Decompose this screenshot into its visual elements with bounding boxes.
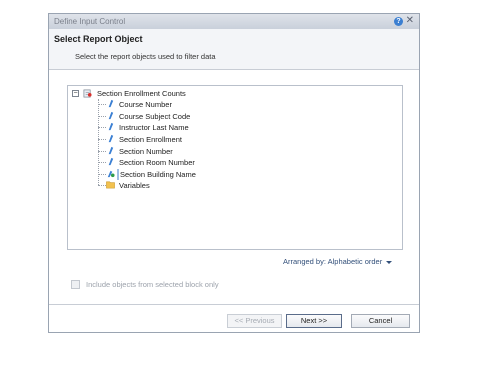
dialog-title: Define Input Control [54,17,126,26]
define-input-control-dialog: Define Input Control ? ✕ Select Report O… [48,13,420,333]
tree-item-label: Course Number [119,100,172,109]
tree-connector [98,151,106,152]
tree-item-label: Section Enrollment [119,135,182,144]
tree-connector [98,162,106,163]
dimension-icon [108,122,114,131]
dimension-icon [108,134,114,143]
tree-connector [98,127,106,128]
tree-guide-line [98,99,99,185]
close-icon[interactable]: ✕ [406,15,414,26]
arranged-by-dropdown[interactable]: Arranged by: Alphabetic order [283,257,393,266]
folder-icon [106,181,115,189]
tree-item-label: Instructor Last Name [119,123,189,132]
report-query-icon [83,89,92,98]
dimension-icon [108,146,114,155]
tree-item-label: Section Room Number [119,158,195,167]
help-icon[interactable]: ? [394,17,403,26]
report-object-tree[interactable]: − Section Enrollment Counts Course Numbe… [67,85,403,250]
merged-dimension-icon [107,170,115,178]
dialog-titlebar: Define Input Control ? ✕ [49,14,419,30]
cancel-button[interactable]: Cancel [351,314,410,328]
tree-connector [98,104,106,105]
step-description: Select the report objects used to filter… [75,52,216,61]
step-title: Select Report Object [54,34,143,44]
arranged-by-label: Arranged by: Alphabetic order [283,257,383,266]
dimension-icon [108,157,114,166]
tree-connector [98,185,106,186]
tree-item-label: Section Building Name [120,170,196,179]
dimension-icon [108,99,114,108]
tree-item-label: Course Subject Code [119,112,191,121]
previous-button: << Previous [227,314,282,328]
collapse-icon[interactable]: − [72,90,79,97]
chevron-down-icon [386,260,393,264]
tree-connector [98,139,106,140]
tree-root-label: Section Enrollment Counts [97,89,186,98]
include-block-only-checkbox [71,280,80,289]
tree-connector [98,116,106,117]
tree-item-label: Section Number [119,147,173,156]
footer-divider [49,304,419,305]
tree-connector [98,174,106,175]
tree-item-selected[interactable]: Section Building Name [117,169,196,180]
dialog-header: Select Report Object Select the report o… [49,29,419,70]
dimension-icon [108,111,114,120]
include-block-only-label: Include objects from selected block only [86,280,219,289]
next-button[interactable]: Next >> [286,314,342,328]
tree-item-label: Variables [119,181,150,190]
